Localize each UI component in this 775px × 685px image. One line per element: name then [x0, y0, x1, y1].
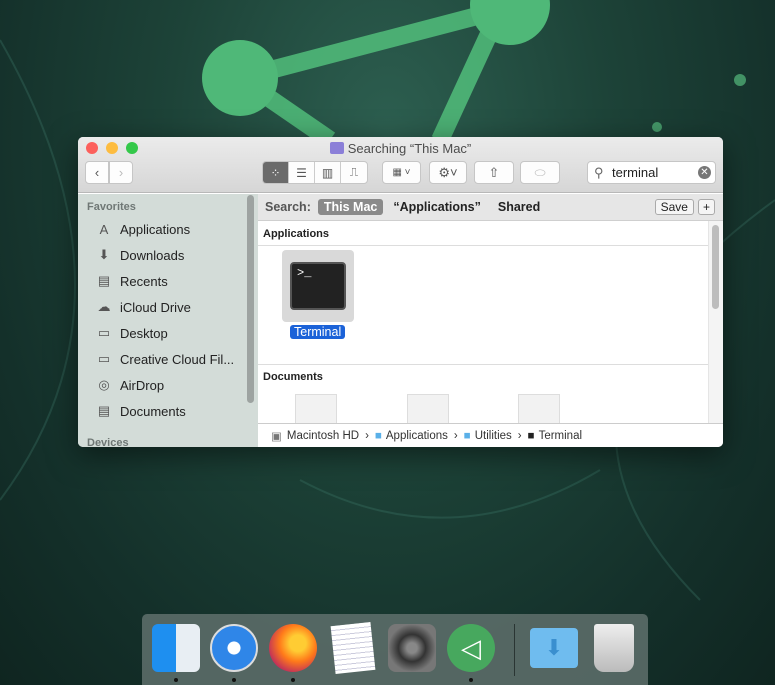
running-indicator: [469, 678, 473, 682]
smart-folder-icon: [329, 142, 344, 154]
sidebar-item-applications[interactable]: A Applications: [95, 218, 190, 240]
search-value: terminal: [612, 165, 659, 180]
running-indicator: [232, 678, 236, 682]
downloads-icon: ⬇: [98, 247, 110, 262]
textedit-dock-icon[interactable]: [330, 622, 376, 674]
terminal-item[interactable]: >_: [282, 250, 354, 322]
terminal-app-icon: >_: [290, 262, 346, 310]
toolbar: Searching “This Mac” ‹ › ⁘ ☰ ▥ ⎍ ▦ ˅ ⚙˅ ⇧ ⬭…: [78, 137, 723, 193]
airdrop-icon: ◎: [98, 377, 110, 392]
sidebar-item-label: Documents: [120, 403, 186, 419]
document-icon[interactable]: [407, 394, 449, 424]
running-indicator: [291, 678, 295, 682]
terminal-icon: ■: [527, 429, 535, 442]
folder-icon: ▭: [97, 351, 111, 366]
terminal-label[interactable]: Terminal: [290, 325, 346, 339]
sidebar-item-creative-cloud[interactable]: ▭ Creative Cloud Fil...: [95, 348, 234, 370]
search-label: Search:: [265, 200, 311, 214]
sidebar-item-label: iCloud Drive: [120, 299, 191, 315]
document-icon[interactable]: [295, 394, 337, 424]
sidebar-item-desktop[interactable]: ▭ Desktop: [95, 322, 168, 344]
sidebar-item-recents[interactable]: ▤ Recents: [95, 270, 168, 292]
desktop-icon: ▭: [97, 325, 111, 340]
dock-separator: [514, 624, 515, 676]
arrange-button[interactable]: ▦ ˅: [382, 161, 421, 184]
sidebar-item-label: Desktop: [120, 325, 168, 341]
path-terminal[interactable]: Terminal: [539, 430, 582, 442]
add-criteria-button[interactable]: +: [697, 199, 715, 215]
results-area: Applications >_ Terminal Documents: [258, 221, 708, 424]
view-mode-control[interactable]: ⁘ ☰ ▥ ⎍: [262, 161, 368, 184]
trash-dock-icon[interactable]: [594, 624, 634, 672]
scope-this-mac[interactable]: This Mac: [317, 199, 384, 215]
favorites-header: Favorites: [87, 201, 136, 213]
back-button[interactable]: ‹: [85, 161, 109, 184]
tag-button[interactable]: ⬭: [520, 161, 560, 184]
applications-section-header: Applications: [263, 228, 330, 240]
sidebar-item-downloads[interactable]: ⬇ Downloads: [95, 244, 185, 266]
column-view-icon[interactable]: ▥: [315, 162, 341, 183]
sidebar-item-icloud-drive[interactable]: ☁ iCloud Drive: [95, 296, 191, 318]
running-indicator: [174, 678, 178, 682]
folder-icon: ■: [463, 429, 471, 442]
path-macintosh-hd[interactable]: Macintosh HD: [287, 430, 359, 442]
clear-search-icon[interactable]: ✕: [698, 166, 711, 179]
firefox-dock-icon[interactable]: [269, 624, 317, 672]
sidebar-item-label: Creative Cloud Fil...: [120, 351, 235, 367]
system-preferences-dock-icon[interactable]: [388, 624, 436, 672]
downloads-stack-dock-icon[interactable]: ⬇: [530, 628, 578, 668]
forward-button[interactable]: ›: [109, 161, 133, 184]
documents-section-header: Documents: [263, 371, 323, 383]
sidebar-item-label: AirDrop: [120, 377, 165, 393]
path-utilities[interactable]: Utilities: [475, 430, 512, 442]
document-icon[interactable]: [518, 394, 560, 424]
action-gear-button[interactable]: ⚙˅: [429, 161, 467, 184]
window-title: Searching “This Mac”: [78, 141, 723, 156]
sidebar-item-label: Recents: [120, 273, 168, 289]
sidebar-item-label: Downloads: [120, 247, 185, 263]
list-view-icon[interactable]: ☰: [289, 162, 315, 183]
path-bar: ▣ Macintosh HD › ■ Applications › ■ Utilities…: [258, 423, 723, 447]
scope-applications[interactable]: “Applications”: [393, 200, 481, 214]
devices-header: Devices: [87, 437, 129, 447]
sidebar-item-label: Applications: [120, 221, 191, 237]
gallery-view-icon[interactable]: ⎍: [341, 162, 367, 183]
path-applications[interactable]: Applications: [386, 430, 448, 442]
search-scope-bar: Search: This Mac “Applications” Shared S…: [258, 194, 723, 221]
search-icon: ⚲: [594, 165, 604, 180]
hard-drive-icon: ▣: [271, 430, 282, 443]
save-search-button[interactable]: Save: [654, 199, 694, 215]
sidebar-item-airdrop[interactable]: ◎ AirDrop: [95, 374, 164, 396]
cloud-icon: ☁: [97, 299, 111, 314]
sidebar-item-documents[interactable]: ▤ Documents: [95, 400, 186, 422]
sidebar-scrollbar[interactable]: [247, 195, 254, 403]
sidebar: Favorites A Applications ⬇ Downloads ▤ Rece…: [78, 194, 258, 447]
icon-view-icon[interactable]: ⁘: [263, 162, 289, 183]
search-input[interactable]: ⚲ terminal ✕: [587, 161, 716, 184]
recents-icon: ▤: [97, 273, 111, 288]
results-scrollbar[interactable]: [708, 221, 723, 423]
applications-icon: A: [99, 221, 109, 237]
documents-icon: ▤: [97, 403, 111, 418]
share-button[interactable]: ⇧: [474, 161, 514, 184]
folder-icon: ■: [374, 429, 382, 442]
dock: ◁ ⬇: [142, 614, 648, 685]
finder-window: Searching “This Mac” ‹ › ⁘ ☰ ▥ ⎍ ▦ ˅ ⚙˅ ⇧ ⬭…: [78, 137, 723, 447]
protonvpn-dock-icon[interactable]: ◁: [447, 624, 495, 672]
window-title-text: Searching “This Mac”: [347, 141, 472, 156]
safari-dock-icon[interactable]: [210, 624, 258, 672]
scope-shared[interactable]: Shared: [498, 200, 540, 214]
finder-dock-icon[interactable]: [152, 624, 200, 672]
